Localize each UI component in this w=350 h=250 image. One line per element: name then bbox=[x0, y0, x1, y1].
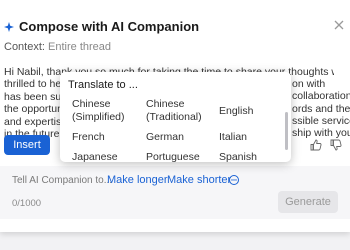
message-line-fragment: ords and the bbox=[292, 103, 350, 115]
language-option-german[interactable]: German bbox=[146, 131, 184, 144]
language-label: Italian bbox=[219, 131, 248, 143]
compose-panel: Compose with AI Companion Context: Entir… bbox=[0, 0, 350, 232]
language-label: English bbox=[219, 105, 254, 117]
refresh-icon[interactable] bbox=[228, 174, 240, 186]
language-label: Chinese bbox=[146, 98, 185, 110]
translate-menu: Translate to ... Chinese (Simplified) Ch… bbox=[60, 72, 291, 162]
character-counter: 0/1000 bbox=[12, 198, 42, 209]
panel-header: Compose with AI Companion bbox=[4, 19, 199, 34]
translate-menu-title: Translate to ... bbox=[68, 79, 138, 91]
make-shorter-link[interactable]: Make shorter bbox=[167, 174, 231, 186]
language-option-chinese-traditional[interactable]: Chinese (Traditional) bbox=[146, 98, 202, 124]
generate-button[interactable]: Generate bbox=[278, 191, 338, 213]
context-label: Context: bbox=[4, 41, 45, 53]
language-sublabel: (Traditional) bbox=[146, 111, 202, 123]
message-line-fragment: ship with you bbox=[292, 127, 350, 139]
language-label: Spanish bbox=[219, 151, 257, 162]
thumbs-down-icon[interactable] bbox=[330, 139, 342, 151]
language-label: French bbox=[72, 131, 105, 143]
close-icon[interactable] bbox=[332, 18, 346, 32]
language-option-portuguese[interactable]: Portuguese bbox=[146, 151, 200, 162]
message-line-fragment: on with bbox=[292, 78, 326, 90]
insert-button[interactable]: Insert bbox=[4, 135, 50, 155]
message-line: and expertise, bbox=[4, 115, 66, 128]
panel-title: Compose with AI Companion bbox=[19, 19, 200, 34]
language-option-english[interactable]: English bbox=[219, 105, 253, 118]
message-line-fragment: collaboration bbox=[292, 90, 350, 102]
language-sublabel: (Simplified) bbox=[72, 111, 125, 123]
message-line-fragment: ssible service bbox=[292, 115, 350, 127]
language-label: German bbox=[146, 131, 184, 143]
context-line: Context: Entire thread bbox=[4, 41, 111, 53]
language-label: Japanese bbox=[72, 151, 118, 162]
language-option-italian[interactable]: Italian bbox=[219, 131, 247, 144]
thumbs-up-icon[interactable] bbox=[310, 139, 322, 151]
language-option-japanese[interactable]: Japanese bbox=[72, 151, 118, 162]
menu-scrollbar[interactable] bbox=[285, 112, 288, 150]
message-line: thrilled to hea bbox=[4, 78, 66, 91]
make-longer-link[interactable]: Make longer bbox=[107, 174, 168, 186]
message-line: has been such bbox=[4, 90, 66, 103]
language-label: Portuguese bbox=[146, 151, 200, 162]
sparkle-icon bbox=[4, 21, 14, 32]
language-option-french[interactable]: French bbox=[72, 131, 105, 144]
context-value: Entire thread bbox=[48, 41, 112, 53]
language-label: Chinese bbox=[72, 98, 111, 110]
language-option-chinese-simplified[interactable]: Chinese (Simplified) bbox=[72, 98, 125, 124]
ai-prompt-placeholder[interactable]: Tell AI Companion to... bbox=[12, 175, 112, 186]
message-line: the opportunity to bbox=[4, 103, 66, 116]
language-option-spanish[interactable]: Spanish bbox=[219, 151, 257, 162]
